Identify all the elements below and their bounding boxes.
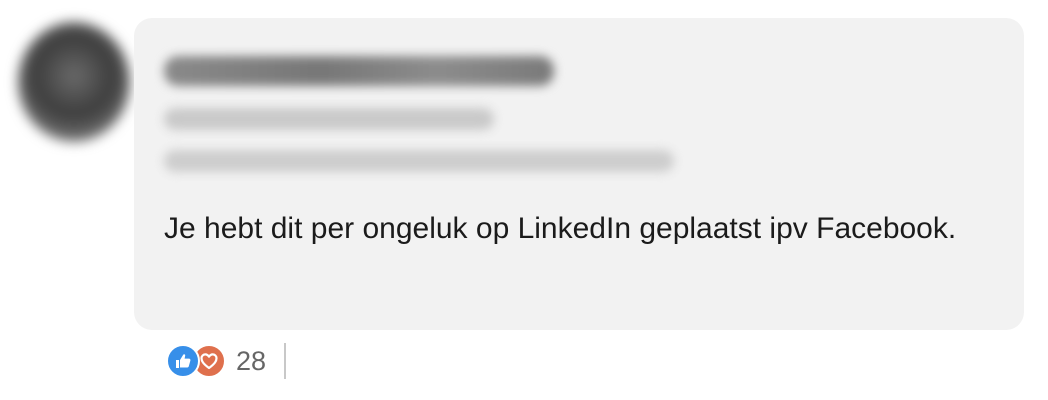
- avatar[interactable]: [18, 22, 130, 142]
- author-name-blurred[interactable]: [164, 56, 554, 86]
- author-meta-blurred: [164, 150, 674, 172]
- reactions-bar[interactable]: 28: [166, 343, 287, 379]
- author-headline-blurred: [164, 108, 494, 130]
- like-icon: [166, 344, 200, 378]
- divider: [284, 343, 287, 379]
- comment-bubble: Je hebt dit per ongeluk op LinkedIn gepl…: [134, 18, 1024, 330]
- comment-text: Je hebt dit per ongeluk op LinkedIn gepl…: [164, 212, 957, 245]
- reaction-count[interactable]: 28: [236, 346, 266, 377]
